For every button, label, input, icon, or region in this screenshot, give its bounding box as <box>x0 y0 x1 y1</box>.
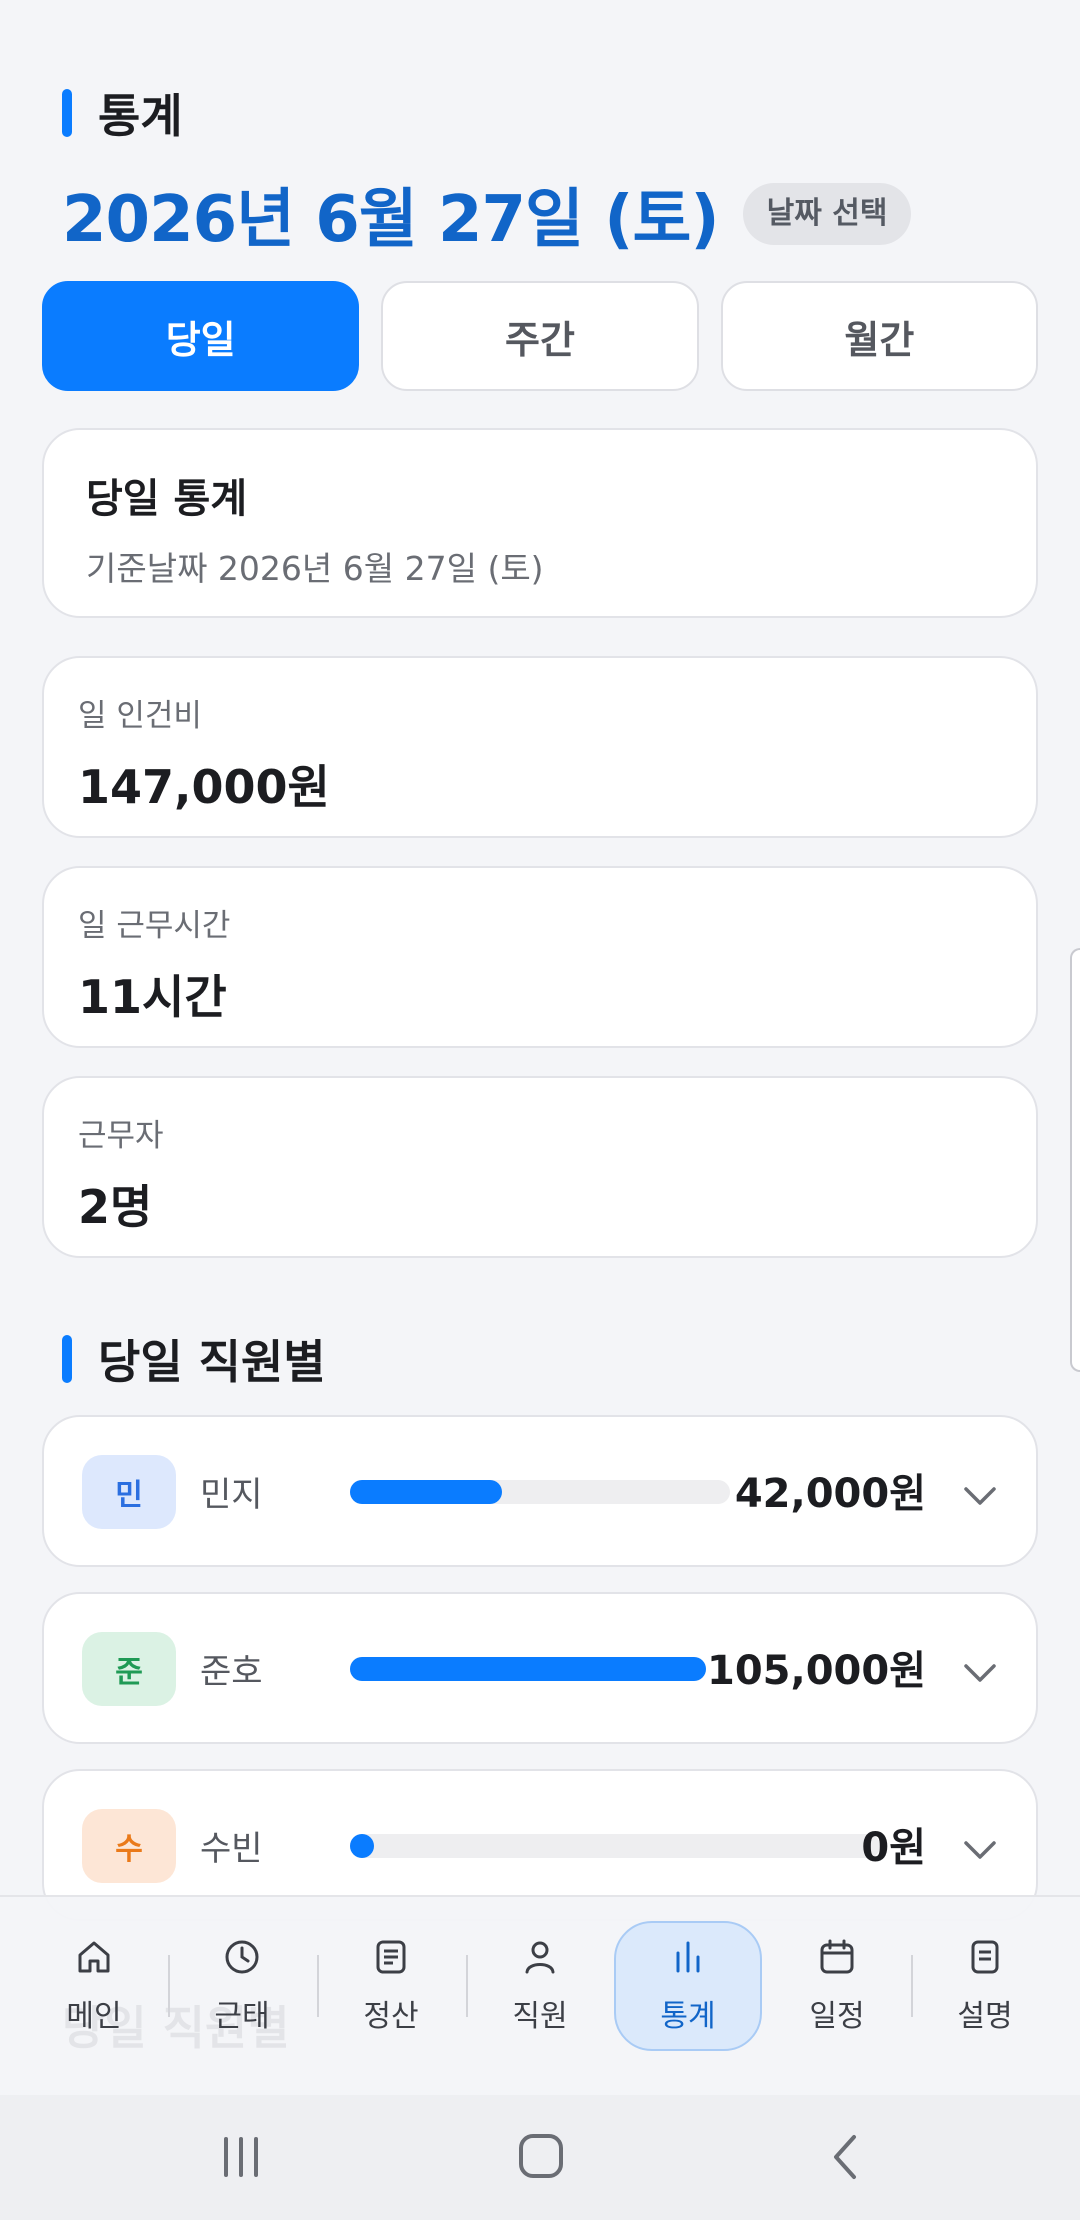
nav-item-label: 일정 <box>809 1999 865 2034</box>
nav-item-attendance[interactable]: 근태 <box>168 1921 316 2051</box>
nav-item-staff[interactable]: 직원 <box>466 1921 614 2051</box>
system-nav-bar <box>0 2095 1080 2220</box>
stat-card-workers: 근무자 2명 <box>42 1076 1038 1258</box>
bottom-nav: 당일 직원별 메인 근태 정산 직원 통계 일정 설명 <box>0 1895 1080 2095</box>
employee-name: 수빈 <box>200 1829 263 1869</box>
employee-amount: 105,000원 <box>707 1648 926 1694</box>
employee-row[interactable]: 준 준호 105,000원 <box>42 1592 1038 1744</box>
nav-item-label: 설명 <box>957 1999 1013 2034</box>
bar-chart-icon <box>676 1941 700 1973</box>
home-button-icon[interactable] <box>518 2133 564 2179</box>
employee-amount: 0원 <box>861 1825 926 1871</box>
tab-daily[interactable]: 당일 <box>42 281 360 391</box>
stats-screen: 통계 2026년 6월 27일 (토) 날짜 선택 당일 주간 월간 당일 통계… <box>0 0 1080 2220</box>
chevron-down-icon[interactable] <box>960 1829 1000 1869</box>
back-icon[interactable] <box>828 2133 862 2181</box>
selected-date: 2026년 6월 27일 (토) <box>62 183 720 257</box>
nav-item-main[interactable]: 메인 <box>20 1921 168 2051</box>
person-icon <box>525 1941 555 1974</box>
employee-name: 준호 <box>200 1652 263 1692</box>
nav-item-label: 직원 <box>512 1999 568 2034</box>
summary-card: 당일 통계 기준날짜 2026년 6월 27일 (토) <box>42 428 1038 618</box>
avatar-initial: 민 <box>115 1478 143 1513</box>
chevron-down-icon[interactable] <box>960 1652 1000 1692</box>
date-row: 2026년 6월 27일 (토) 날짜 선택 <box>62 168 912 260</box>
summary-subtitle: 기준날짜 2026년 6월 27일 (토) <box>86 549 544 588</box>
employee-row[interactable]: 민 민지 42,000원 <box>42 1415 1038 1567</box>
period-tabs: 당일 주간 월간 <box>42 281 1038 391</box>
avatar: 준 <box>82 1632 176 1706</box>
amount-bar-fill <box>350 1480 502 1504</box>
stat-value: 147,000원 <box>78 760 330 814</box>
stat-label: 일 인건비 <box>78 698 202 734</box>
page-title: 통계 <box>98 89 183 143</box>
calendar-icon <box>820 1939 854 1974</box>
amount-bar-fill <box>350 1834 374 1858</box>
avatar: 수 <box>82 1809 176 1883</box>
employee-name: 민지 <box>200 1475 263 1515</box>
amount-bar-track <box>350 1657 706 1681</box>
nav-item-label: 정산 <box>363 1999 419 2034</box>
section-header: 통계 <box>62 80 183 146</box>
stat-card-labor-cost: 일 인건비 147,000원 <box>42 656 1038 838</box>
amount-bar-track <box>350 1480 730 1504</box>
nav-item-label: 메인 <box>66 1999 122 2034</box>
nav-item-help[interactable]: 설명 <box>911 1921 1059 2051</box>
stat-value: 2명 <box>78 1180 153 1234</box>
document-icon <box>376 1940 406 1974</box>
edge-panel-handle[interactable] <box>1070 948 1080 1372</box>
summary-title: 당일 통계 <box>86 476 248 522</box>
nav-item-label: 근태 <box>214 1999 270 2034</box>
stat-label: 근무자 <box>78 1118 164 1154</box>
employees-section-title: 당일 직원별 <box>98 1335 326 1389</box>
recent-apps-icon[interactable] <box>220 2135 262 2179</box>
stat-label: 일 근무시간 <box>78 908 231 944</box>
employee-amount: 42,000원 <box>734 1471 926 1517</box>
amount-bar-track <box>350 1834 880 1858</box>
avatar-initial: 준 <box>115 1655 143 1690</box>
nav-item-settlement[interactable]: 정산 <box>317 1921 465 2051</box>
avatar: 민 <box>82 1455 176 1529</box>
clock-icon <box>225 1940 259 1974</box>
stat-value: 11시간 <box>78 970 227 1024</box>
amount-bar-fill <box>350 1657 706 1681</box>
home-icon <box>78 1941 110 1973</box>
tab-monthly[interactable]: 월간 <box>720 281 1038 391</box>
date-picker-button[interactable]: 날짜 선택 <box>742 183 912 245</box>
chevron-down-icon[interactable] <box>960 1475 1000 1515</box>
tab-weekly[interactable]: 주간 <box>381 281 699 391</box>
stat-card-work-hours: 일 근무시간 11시간 <box>42 866 1038 1048</box>
avatar-initial: 수 <box>115 1832 143 1867</box>
nav-item-schedule[interactable]: 일정 <box>763 1921 911 2051</box>
section-accent-bar <box>62 1335 72 1383</box>
section-accent-bar <box>62 89 72 137</box>
notes-icon <box>971 1940 999 1974</box>
nav-item-stats[interactable]: 통계 <box>614 1921 762 2051</box>
nav-item-label: 통계 <box>660 1999 716 2034</box>
employees-section-header: 당일 직원별 <box>62 1326 326 1392</box>
